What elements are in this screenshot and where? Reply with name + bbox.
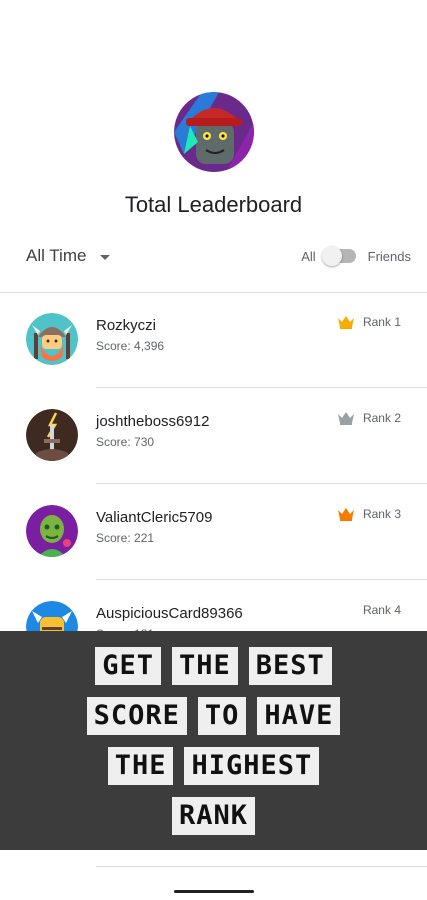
scope-all-label: All	[301, 248, 316, 264]
time-range-dropdown[interactable]: All Time	[26, 243, 111, 269]
player-name: ValiantCleric5709	[96, 509, 213, 526]
rank-label: Rank 3	[362, 507, 401, 521]
rank-badge: Rank 3	[337, 507, 401, 521]
promo-word: BEST	[248, 647, 332, 685]
avatar	[26, 313, 78, 365]
promo-line: SCORE TO HAVE	[0, 697, 427, 735]
avatar	[26, 409, 78, 461]
friends-toggle-switch[interactable]	[321, 246, 356, 266]
switch-knob	[321, 246, 342, 266]
promo-word: SCORE	[86, 697, 187, 735]
viking-avatar-icon	[26, 313, 78, 365]
chevron-down-icon	[100, 254, 111, 260]
scope-toggle-group: All Friends	[301, 245, 411, 267]
leaderboard-header: Total Leaderboard All Time All Friends	[0, 0, 427, 290]
rank-label: Rank 4	[362, 603, 401, 617]
row-divider	[96, 866, 427, 867]
promo-word: GET	[95, 647, 161, 685]
leaderboard-row[interactable]: joshtheboss6912 Score: 730 Rank 2	[0, 389, 427, 484]
promo-line: THE HIGHEST	[0, 747, 427, 785]
player-name: Rozkyczi	[96, 317, 157, 334]
player-name: joshtheboss6912	[96, 413, 210, 430]
sword-avatar-icon	[26, 409, 78, 461]
row-divider	[96, 483, 427, 484]
promo-word: RANK	[171, 797, 256, 835]
rank-badge: Rank 2	[337, 411, 401, 425]
time-range-label: All Time	[26, 246, 87, 265]
rank-label: Rank 2	[362, 411, 401, 425]
promo-word: HAVE	[257, 697, 341, 735]
leaderboard-row[interactable]: Rozkyczi Score: 4,396 Rank 1	[0, 293, 427, 388]
promo-word: HIGHEST	[184, 747, 320, 785]
promo-word: TO	[197, 697, 247, 735]
player-score: Score: 730	[96, 435, 155, 449]
avatar	[26, 505, 78, 557]
green-alien-avatar-icon	[26, 505, 78, 557]
promo-line: RANK	[0, 797, 427, 835]
crown-gold-icon	[337, 316, 354, 329]
promo-line: GET THE BEST	[0, 647, 427, 685]
row-divider	[96, 579, 427, 580]
promo-word: THE	[107, 747, 174, 785]
rank-label: Rank 1	[362, 315, 401, 329]
player-avatar-icon	[174, 92, 254, 172]
page-title: Total Leaderboard	[124, 192, 303, 217]
row-divider	[96, 387, 427, 388]
player-score: Score: 4,396	[96, 339, 165, 353]
home-indicator[interactable]	[174, 890, 254, 893]
rank-badge: Rank 1	[337, 315, 401, 329]
player-name: AuspiciousCard89366	[96, 605, 243, 622]
crown-bronze-icon	[337, 508, 354, 521]
leaderboard-row[interactable]: ValiantCleric5709 Score: 221 Rank 3	[0, 485, 427, 580]
crown-silver-icon	[337, 412, 354, 425]
promo-word: THE	[171, 647, 238, 685]
scope-friends-label: Friends	[367, 248, 411, 264]
player-score: Score: 221	[96, 531, 155, 545]
profile-avatar[interactable]	[174, 92, 254, 172]
promo-banner: GET THE BEST SCORE TO HAVE THE HIGHEST R…	[0, 631, 427, 850]
rank-badge: Rank 4	[355, 603, 401, 617]
